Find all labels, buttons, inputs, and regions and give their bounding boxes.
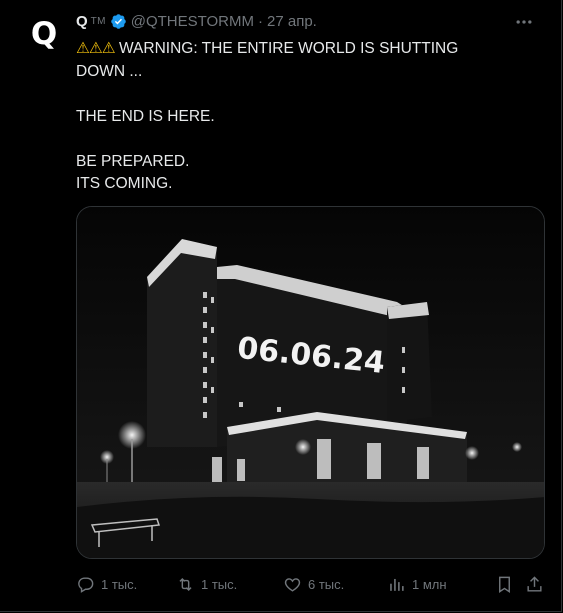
tweet-text-line: ITS COMING. [76, 175, 173, 192]
handle[interactable]: @QTHESTORMM [131, 13, 254, 30]
reply-icon [78, 576, 94, 593]
bookmark-icon [499, 576, 510, 593]
views-button[interactable]: 1 млн [387, 575, 495, 594]
tweet-header: Q ТМ @QTHESTORMM · 27 апр. [76, 11, 317, 31]
verified-badge-icon[interactable] [110, 13, 127, 30]
name-suffix: ТМ [90, 15, 106, 27]
repost-count: 1 тыс. [201, 576, 238, 592]
display-name[interactable]: Q [76, 13, 88, 30]
repost-button[interactable]: 1 тыс. [176, 575, 283, 594]
tweet-text-line: BE PREPARED. [76, 152, 190, 170]
views-icon [390, 578, 404, 591]
reply-button[interactable]: 1 тыс. [76, 575, 176, 594]
more-options-icon[interactable] [512, 10, 536, 34]
avatar[interactable]: Q [24, 14, 64, 54]
share-icon [527, 575, 542, 592]
tweet-text: ⚠⚠⚠ WARNING: THE ENTIRE WORLD IS SHUTTIN… [76, 37, 516, 196]
tweet-text-line [76, 83, 516, 106]
tweet-date[interactable]: 27 апр. [267, 13, 317, 30]
avatar-letter: Q [30, 16, 58, 52]
tweet-text-line: ⚠⚠⚠ WARNING: THE ENTIRE WORLD IS SHUTTIN… [76, 39, 459, 57]
views-count: 1 млн [412, 576, 447, 592]
separator-dot: · [258, 12, 263, 30]
tweet[interactable]: Q Q ТМ @QTHESTORMM · 27 апр. ⚠⚠⚠ WARNING… [0, 0, 562, 612]
building-photo: 06.06.24 [77, 207, 544, 558]
tweet-text-line [76, 128, 516, 151]
warning-icon: ⚠⚠⚠ [76, 39, 116, 57]
reply-count: 1 тыс. [101, 576, 138, 592]
heart-icon [284, 577, 301, 592]
action-bar: 1 тыс. 1 тыс. 6 тыс. 1 млн [76, 572, 546, 596]
tweet-image[interactable]: 06.06.24 [76, 206, 545, 559]
like-button[interactable]: 6 тыс. [283, 575, 387, 594]
share-button[interactable] [525, 575, 546, 594]
like-count: 6 тыс. [308, 576, 345, 592]
bookmark-button[interactable] [495, 575, 525, 594]
tweet-text-line: DOWN ... [76, 62, 143, 80]
repost-icon [179, 577, 192, 591]
tweet-text-line: THE END IS HERE. [76, 107, 215, 125]
